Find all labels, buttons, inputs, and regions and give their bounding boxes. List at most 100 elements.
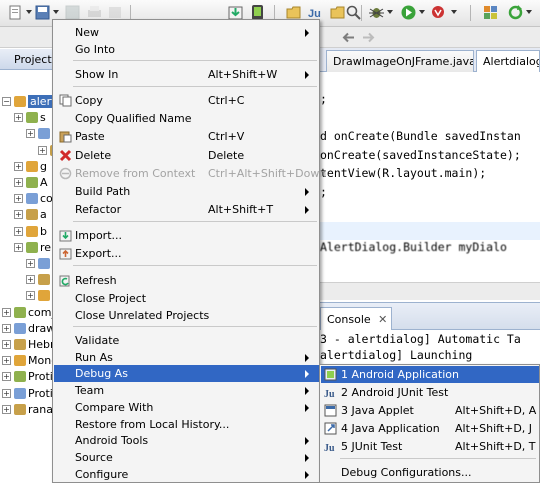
- tree-item[interactable]: + g: [0, 159, 54, 175]
- submenu-item-2-android-junit-test[interactable]: Ju 2 Android JUnit Test: [321, 384, 539, 401]
- external-tools-icon[interactable]: [430, 4, 447, 21]
- tree-item[interactable]: + a: [0, 207, 54, 223]
- expand-toggle-icon[interactable]: +: [14, 194, 23, 204]
- save-icon[interactable]: [34, 4, 51, 21]
- expand-toggle-icon[interactable]: +: [2, 388, 11, 398]
- tree-item[interactable]: +A: [0, 175, 54, 191]
- expand-toggle-icon[interactable]: +: [2, 372, 11, 382]
- expand-toggle-icon[interactable]: +: [38, 145, 47, 155]
- menu-item-copy[interactable]: Copy Ctrl+C: [54, 92, 319, 109]
- external-tools-dropdown-icon[interactable]: [451, 10, 457, 14]
- run-icon[interactable]: [400, 4, 417, 21]
- menu-item-debug-as[interactable]: Debug As: [54, 365, 319, 382]
- tree-item-label: s: [40, 111, 46, 125]
- tree-item[interactable]: +: [0, 126, 54, 142]
- expand-toggle-icon[interactable]: +: [14, 178, 23, 187]
- menu-item-run-as[interactable]: Run As: [54, 349, 319, 366]
- tree-item[interactable]: +p: [0, 272, 59, 288]
- search-icon[interactable]: [345, 4, 362, 21]
- debug-dropdown-icon[interactable]: [387, 10, 393, 14]
- refresh-dropdown-icon[interactable]: [526, 10, 532, 14]
- tree-item[interactable]: +: [0, 143, 62, 159]
- expand-toggle-icon[interactable]: +: [14, 113, 23, 123]
- expand-toggle-icon[interactable]: +: [26, 291, 35, 301]
- menu-item-validate[interactable]: Validate: [54, 332, 319, 349]
- tree-item[interactable]: + s: [0, 110, 54, 126]
- menu-item-new[interactable]: New: [54, 24, 319, 41]
- project-folder-icon: [38, 258, 50, 269]
- forward-icon[interactable]: [360, 29, 377, 46]
- menu-item-configure[interactable]: Configure: [54, 466, 319, 483]
- back-icon[interactable]: [340, 29, 357, 46]
- tree-item[interactable]: +p: [0, 288, 59, 304]
- tree-item[interactable]: + ranag: [0, 402, 60, 418]
- expand-toggle-icon[interactable]: +: [14, 210, 23, 220]
- menu-item-export[interactable]: Export...: [54, 245, 319, 262]
- tree-item[interactable]: + co: [0, 191, 54, 207]
- tree-item[interactable]: + b: [0, 224, 54, 240]
- expand-toggle-icon[interactable]: +: [2, 323, 11, 333]
- menu-item-import[interactable]: Import...: [54, 227, 319, 244]
- tree-item[interactable]: + com_: [0, 305, 57, 321]
- tree-item[interactable]: + Mong: [0, 353, 58, 369]
- submenu-item-label: 4 Java Application: [341, 422, 440, 435]
- menu-item-refresh[interactable]: Refresh: [54, 272, 319, 289]
- new-icon[interactable]: [7, 4, 24, 21]
- tab-project-explorer[interactable]: Project Ex: [0, 49, 69, 70]
- close-icon[interactable]: ✕: [378, 313, 387, 326]
- debug-icon[interactable]: [368, 4, 385, 21]
- expand-toggle-icon[interactable]: +: [14, 161, 23, 171]
- menu-item-paste[interactable]: Paste Ctrl+V: [54, 128, 319, 145]
- menu-item-label: Import...: [75, 229, 122, 242]
- tree-item[interactable]: + re: [0, 240, 54, 256]
- menu-item-build-path[interactable]: Build Path: [54, 183, 319, 200]
- menu-item-label: Android Tools: [75, 434, 149, 447]
- run-dropdown-icon[interactable]: [419, 10, 425, 14]
- menu-item-close-unrelated-projects[interactable]: Close Unrelated Projects: [54, 307, 319, 324]
- new-folder-icon[interactable]: [329, 4, 346, 21]
- tab-drawimageonjframe[interactable]: DrawImageOnJFrame.java: [326, 50, 474, 72]
- menu-item-source[interactable]: Source: [54, 449, 319, 466]
- menu-item-go-into[interactable]: Go Into: [54, 41, 319, 58]
- menu-item-copy-qualified-name[interactable]: Copy Qualified Name: [54, 110, 319, 127]
- expand-toggle-icon[interactable]: +: [14, 242, 23, 252]
- tree-item[interactable]: +A: [0, 256, 60, 272]
- menu-item-refactor[interactable]: Refactor Alt+Shift+T: [54, 201, 319, 218]
- menu-item-team[interactable]: Team: [54, 382, 319, 399]
- save-dropdown-icon[interactable]: [53, 10, 59, 14]
- submenu-item-1-android-application[interactable]: 1 Android Application: [321, 366, 539, 383]
- expand-toggle-icon[interactable]: +: [26, 259, 35, 268]
- code-editor[interactable]: ; d onCreate(Bundle savedInstan onCreate(s…: [320, 72, 540, 280]
- expand-toggle-icon[interactable]: +: [2, 404, 11, 414]
- tree-item[interactable]: − alerto: [0, 94, 65, 110]
- new-dropdown-icon[interactable]: [26, 10, 32, 14]
- expand-toggle-icon[interactable]: +: [2, 356, 11, 366]
- tree-item[interactable]: + draw: [0, 321, 55, 337]
- expand-toggle-icon[interactable]: +: [2, 340, 11, 349]
- tree-item[interactable]: + Protit: [0, 386, 57, 402]
- expand-toggle-icon[interactable]: +: [26, 129, 35, 139]
- menu-item-delete[interactable]: Delete Delete: [54, 147, 319, 164]
- menu-item-android-tools[interactable]: Android Tools: [54, 432, 319, 449]
- perspective-icon[interactable]: [482, 4, 499, 21]
- tree-item[interactable]: + Protit: [0, 369, 57, 385]
- expand-toggle-icon[interactable]: +: [2, 307, 11, 317]
- project-folder-icon: [26, 177, 38, 188]
- expand-toggle-icon[interactable]: −: [2, 97, 11, 106]
- submenu-item-5-junit-test[interactable]: Ju 5 JUnit Test Alt+Shift+D, T: [321, 438, 539, 455]
- expand-toggle-icon[interactable]: +: [26, 275, 35, 285]
- submenu-item-debug-configurations[interactable]: Debug Configurations...: [321, 464, 539, 481]
- submenu-item-4-java-application[interactable]: 4 Java Application Alt+Shift+D, J: [321, 420, 539, 437]
- menu-item-show-in[interactable]: Show In Alt+Shift+W: [54, 66, 319, 83]
- expand-toggle-icon[interactable]: +: [14, 226, 23, 236]
- tab-console[interactable]: Console ✕: [320, 307, 392, 331]
- menu-item-compare-with[interactable]: Compare With: [54, 399, 319, 416]
- menu-item-shortcut: Ctrl+Alt+Shift+Down: [208, 167, 327, 180]
- tab-alertdialog[interactable]: Alertdialog: [476, 50, 540, 72]
- menu-item-restore-from-local-history[interactable]: Restore from Local History...: [54, 416, 319, 433]
- panel-sash[interactable]: [320, 282, 540, 300]
- submenu-item-3-java-applet[interactable]: 3 Java Applet Alt+Shift+D, A: [321, 402, 539, 419]
- tree-item[interactable]: + Hebre: [0, 337, 61, 353]
- menu-item-close-project[interactable]: Close Project: [54, 290, 319, 307]
- refresh-icon[interactable]: [507, 4, 524, 21]
